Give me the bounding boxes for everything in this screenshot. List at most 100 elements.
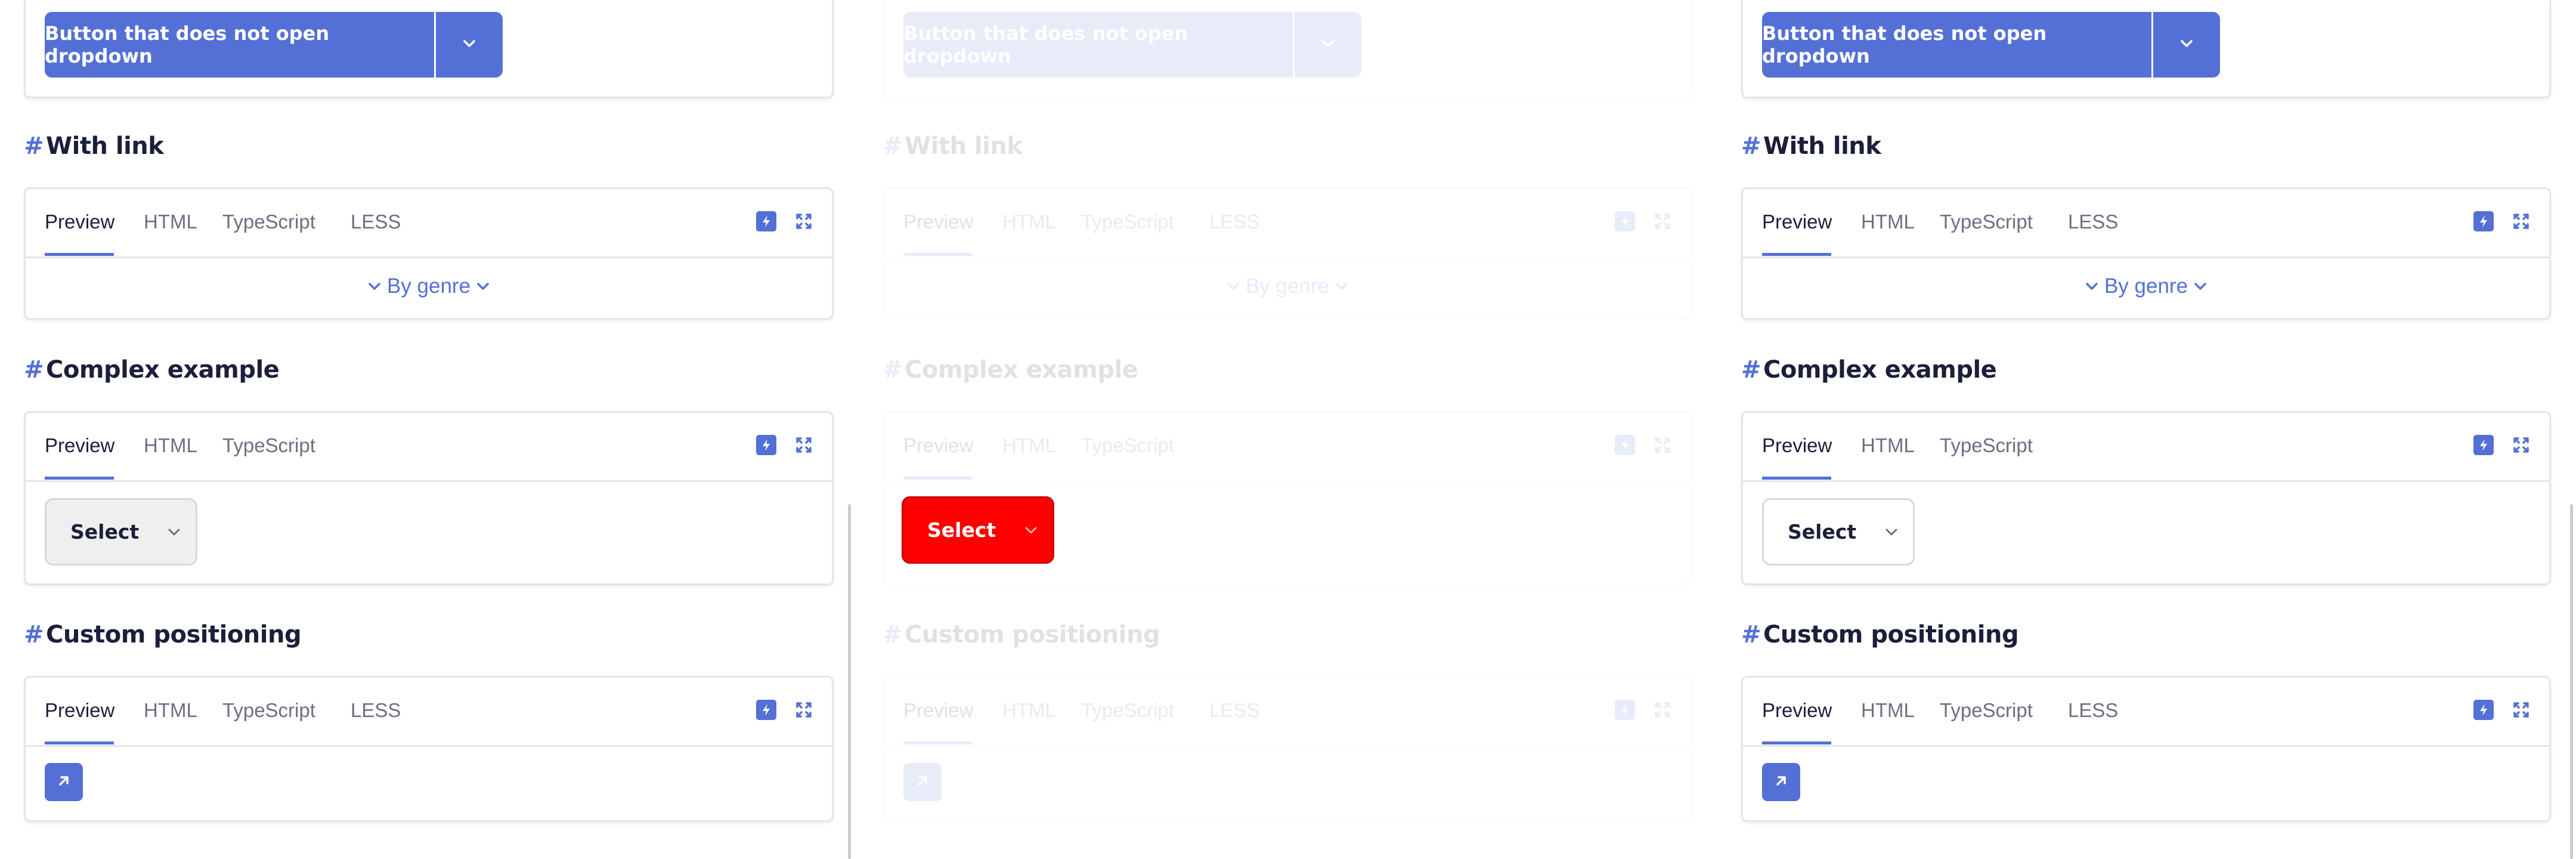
stackblitz-icon[interactable] — [2473, 211, 2494, 231]
active-tab-indicator — [903, 253, 973, 256]
anchor-hash[interactable]: # — [24, 621, 44, 648]
chevron-down-icon — [1227, 282, 1240, 291]
split-button-arrow[interactable] — [436, 12, 503, 78]
select-button[interactable]: Select — [45, 498, 197, 566]
tab-preview[interactable]: Preview — [45, 434, 114, 457]
fullscreen-icon[interactable] — [1652, 700, 1673, 720]
split-button-main[interactable]: Button that does not open dropdown — [903, 12, 1293, 78]
anchor-hash[interactable]: # — [883, 356, 903, 384]
fullscreen-icon[interactable] — [2511, 211, 2531, 231]
tab-less[interactable]: LESS — [1209, 211, 1259, 233]
tab-less[interactable]: LESS — [2068, 211, 2118, 233]
arrow-up-right-icon — [915, 773, 930, 792]
select-button[interactable]: Select — [1762, 498, 1915, 566]
tab-typescript[interactable]: TypeScript — [1940, 434, 2033, 457]
by-genre-link[interactable]: By genre — [884, 274, 1690, 298]
section-heading-positioning: # Custom positioning — [24, 621, 302, 648]
anchor-hash[interactable]: # — [1741, 356, 1761, 384]
fullscreen-icon[interactable] — [1652, 211, 1673, 231]
section-title: With link — [46, 132, 164, 160]
split-button-arrow[interactable] — [1295, 12, 1361, 78]
fullscreen-icon[interactable] — [2511, 700, 2531, 720]
fullscreen-icon[interactable] — [794, 435, 814, 455]
anchor-hash[interactable]: # — [24, 356, 44, 384]
by-genre-link[interactable]: By genre — [26, 274, 832, 298]
section-heading-complex: # Complex example — [24, 356, 280, 384]
anchor-hash[interactable]: # — [24, 132, 44, 160]
tab-typescript[interactable]: TypeScript — [1940, 211, 2033, 233]
tab-typescript[interactable]: TypeScript — [222, 699, 315, 722]
tab-less[interactable]: LESS — [1209, 699, 1259, 722]
by-genre-link[interactable]: By genre — [1743, 274, 2549, 298]
tab-typescript[interactable]: TypeScript — [1940, 699, 2033, 722]
fullscreen-icon[interactable] — [1652, 435, 1673, 455]
tab-typescript[interactable]: TypeScript — [222, 434, 315, 457]
stackblitz-icon[interactable] — [1615, 435, 1635, 455]
tab-typescript[interactable]: TypeScript — [1081, 211, 1174, 233]
anchor-hash[interactable]: # — [883, 621, 903, 648]
section-heading-positioning: # Custom positioning — [883, 621, 1160, 648]
scrollbar[interactable] — [2570, 504, 2573, 859]
active-tab-indicator — [1762, 477, 1831, 480]
demo-tabs: Preview HTML TypeScript LESS — [884, 678, 1690, 747]
active-tab-indicator — [45, 741, 114, 744]
stackblitz-icon[interactable] — [756, 700, 776, 720]
split-button-main[interactable]: Button that does not open dropdown — [1762, 12, 2151, 78]
split-button: Button that does not open dropdown — [1762, 12, 2220, 78]
chevron-down-icon — [476, 282, 490, 291]
tab-preview[interactable]: Preview — [903, 699, 973, 722]
tab-preview[interactable]: Preview — [45, 211, 114, 233]
fullscreen-icon[interactable] — [794, 211, 814, 231]
stackblitz-icon[interactable] — [756, 211, 776, 231]
split-button-card: Button that does not open dropdown — [24, 0, 834, 98]
split-button-arrow[interactable] — [2153, 12, 2220, 78]
split-button-main[interactable]: Button that does not open dropdown — [45, 12, 434, 78]
tab-html[interactable]: HTML — [1002, 211, 1056, 233]
anchor-hash[interactable]: # — [1741, 621, 1761, 648]
stackblitz-icon[interactable] — [1615, 211, 1635, 231]
tab-less[interactable]: LESS — [2068, 699, 2118, 722]
tab-preview[interactable]: Preview — [1762, 699, 1832, 722]
tab-less[interactable]: LESS — [351, 699, 401, 722]
section-title: Custom positioning — [1763, 621, 2019, 648]
fullscreen-icon[interactable] — [2511, 435, 2531, 455]
tab-html[interactable]: HTML — [1861, 211, 1915, 233]
tab-html[interactable]: HTML — [1861, 699, 1915, 722]
section-title: With link — [1763, 132, 1881, 160]
active-tab-indicator — [45, 477, 114, 480]
arrow-up-right-icon — [1773, 773, 1789, 792]
fullscreen-icon[interactable] — [794, 700, 814, 720]
select-button[interactable]: Select — [902, 496, 1054, 564]
demo-card-with-link: Preview HTML TypeScript LESS By genre — [1741, 187, 2551, 320]
stackblitz-icon[interactable] — [2473, 700, 2494, 720]
tab-html[interactable]: HTML — [1002, 699, 1056, 722]
tab-preview[interactable]: Preview — [1762, 211, 1832, 233]
tab-preview[interactable]: Preview — [1762, 434, 1832, 457]
tab-preview[interactable]: Preview — [45, 699, 114, 722]
tab-html[interactable]: HTML — [1861, 434, 1915, 457]
anchor-hash[interactable]: # — [883, 132, 903, 160]
anchor-hash[interactable]: # — [1741, 132, 1761, 160]
active-tab-indicator — [1762, 253, 1831, 256]
tab-typescript[interactable]: TypeScript — [222, 211, 315, 233]
section-heading-with-link: # With link — [1741, 132, 1881, 160]
tab-typescript[interactable]: TypeScript — [1081, 434, 1174, 457]
stackblitz-icon[interactable] — [756, 435, 776, 455]
positioned-dropdown-button[interactable] — [1762, 763, 1800, 801]
tab-less[interactable]: LESS — [351, 211, 401, 233]
stackblitz-icon[interactable] — [2473, 435, 2494, 455]
demo-tabs: Preview HTML TypeScript — [26, 413, 832, 482]
tab-html[interactable]: HTML — [1002, 434, 1056, 457]
tab-preview[interactable]: Preview — [903, 434, 973, 457]
split-button-card: Button that does not open dropdown — [1741, 0, 2551, 98]
positioned-dropdown-button[interactable] — [903, 763, 942, 801]
tab-html[interactable]: HTML — [144, 699, 197, 722]
stackblitz-icon[interactable] — [1615, 700, 1635, 720]
tab-typescript[interactable]: TypeScript — [1081, 699, 1174, 722]
positioned-dropdown-button[interactable] — [45, 763, 83, 801]
tab-preview[interactable]: Preview — [903, 211, 973, 233]
scrollbar[interactable] — [848, 504, 851, 859]
tab-html[interactable]: HTML — [144, 211, 197, 233]
tab-html[interactable]: HTML — [144, 434, 197, 457]
demo-tabs: Preview HTML TypeScript — [1743, 413, 2549, 482]
